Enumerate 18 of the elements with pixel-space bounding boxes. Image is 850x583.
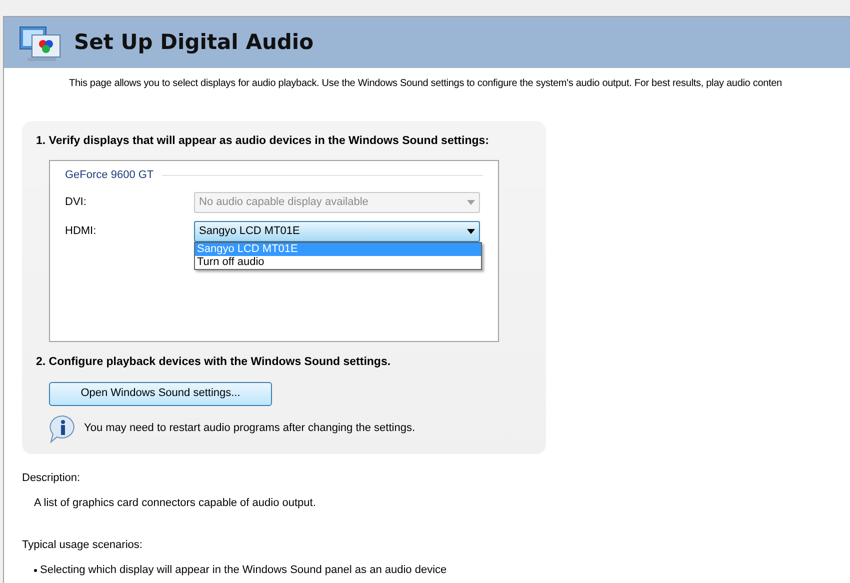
description-label: Description: [22,472,82,484]
connector-label: HDMI: [65,224,98,239]
note-text: You may need to restart audio programs after changing the settings. [84,421,416,436]
step-heading: 1. Verify displays that will appear as audio devices in the Windows Sound settings: [36,134,490,149]
usage-label: Typical usage scenarios: [22,538,144,552]
caret-icon [467,200,475,205]
page-title: Set Up Digital Audio [74,30,314,56]
connector-label: DVI: [65,195,88,210]
usage-item: Selecting which display will appear in the Windows Sound panel as an audio device [40,564,447,576]
step-heading: 2. Configure playback devices with the Windows Sound settings. [36,355,392,370]
bullet-icon [34,568,37,572]
caret-icon [467,228,475,234]
open-sound-settings-button[interactable]: Open Windows Sound settings... [49,382,272,406]
dropdown-option[interactable]: Turn off audio [195,256,481,269]
description-text: A list of graphics card connectors capable of audio output. [33,496,317,510]
display-dropdown[interactable]: Sangyo LCD MT01E [194,220,480,242]
intro-text: This page allows you to select displays for audio playback. Use the Windows Sound settings to configure the system's audio output. For best results, play audio conten [68,77,783,91]
group-title: GeForce 9600 GT [65,168,154,184]
